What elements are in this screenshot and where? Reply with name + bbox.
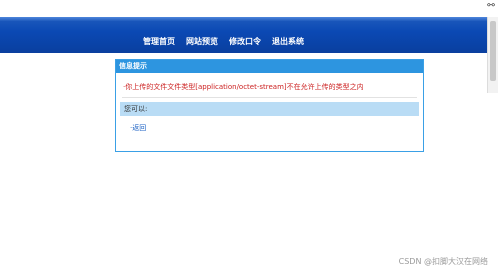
options-heading: 您可以: — [120, 102, 419, 116]
csdn-watermark: CSDN @扣脚大汉在网络 — [398, 257, 488, 266]
scrollbar[interactable] — [487, 17, 498, 93]
nav-item-logout[interactable]: 退出系统 — [272, 36, 304, 47]
back-link[interactable]: ·返回 — [130, 123, 423, 133]
top-strip — [0, 0, 488, 17]
scrollbar-thumb[interactable] — [490, 21, 496, 81]
nav-item-change-password[interactable]: 修改口令 — [229, 36, 261, 47]
glasses-icon[interactable]: ⚯ — [485, 1, 497, 11]
nav-item-site-preview[interactable]: 网站预览 — [186, 36, 218, 47]
divider — [122, 97, 417, 98]
nav-item-admin-home[interactable]: 管理首页 — [143, 36, 175, 47]
top-header: 管理首页 网站预览 修改口令 退出系统 — [0, 17, 488, 53]
message-panel: 信息提示 ·你上传的文件文件类型[application/octet-strea… — [115, 59, 424, 152]
panel-title: 信息提示 — [116, 60, 423, 73]
main-nav: 管理首页 网站预览 修改口令 退出系统 — [143, 36, 304, 47]
error-message: ·你上传的文件文件类型[application/octet-stream]不在允… — [123, 83, 364, 91]
header-shine — [0, 17, 488, 21]
